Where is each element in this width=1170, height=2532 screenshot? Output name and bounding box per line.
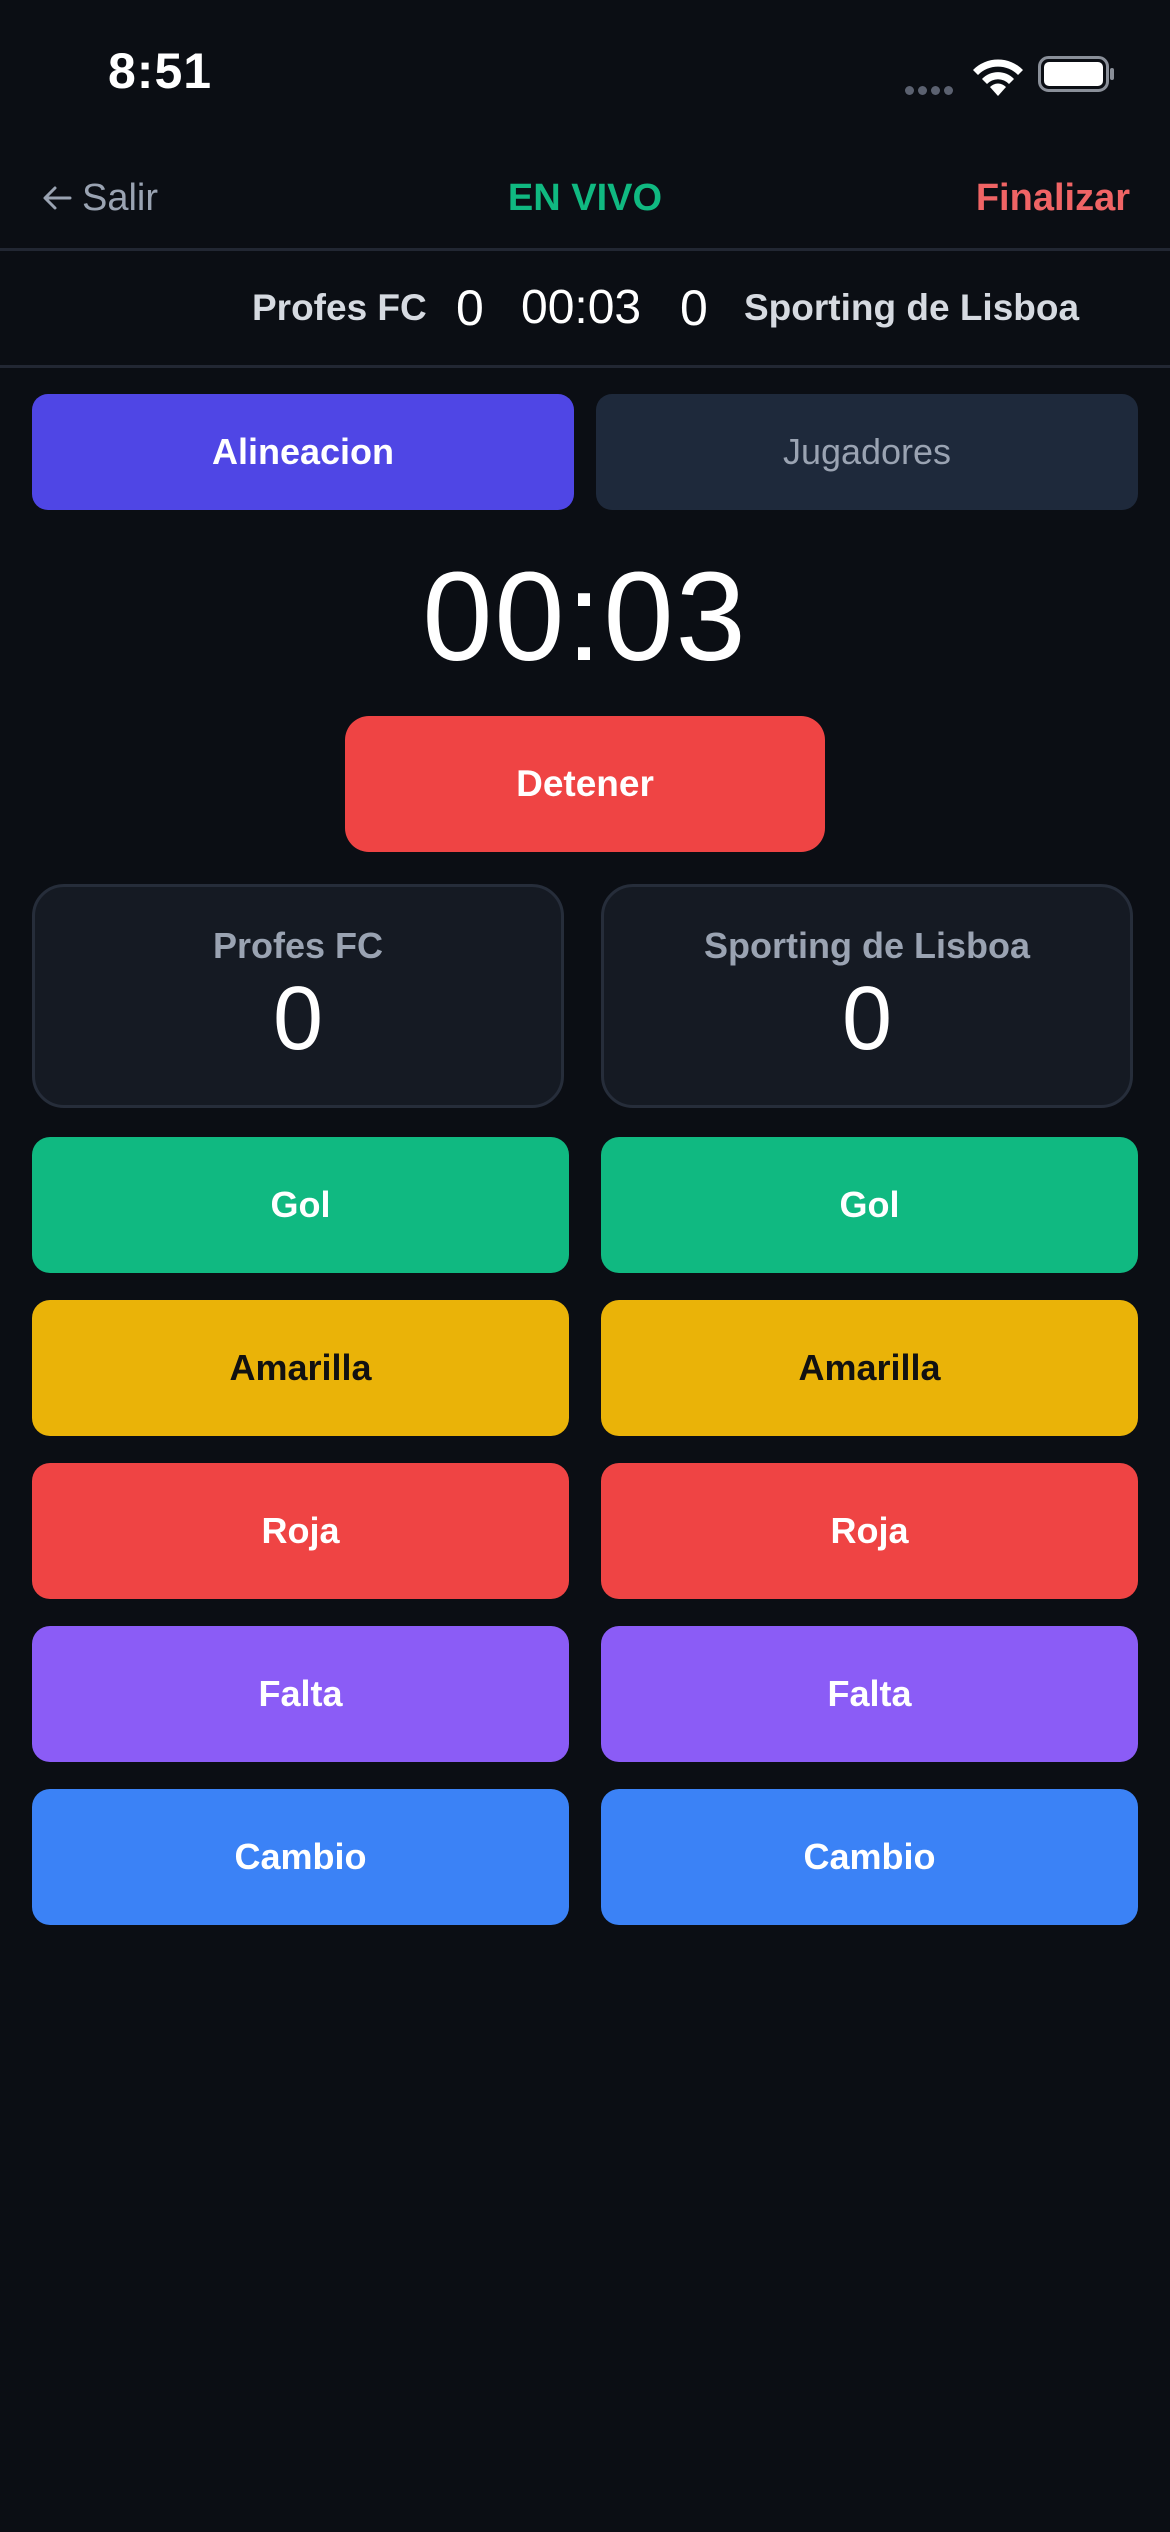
away-yellow-card-button[interactable]: Amarilla [601,1300,1138,1436]
home-foul-button[interactable]: Falta [32,1626,569,1762]
away-score: 0 [680,280,708,336]
finish-match-button[interactable]: Finalizar [976,170,1130,226]
match-clock: 00:03 [521,281,642,334]
home-team-name: Profes FC [252,287,427,328]
back-label: Salir [82,176,159,219]
status-bar: 8:51 [0,0,1170,150]
arrow-left-icon [43,186,72,210]
tab-players[interactable]: Jugadores [596,394,1138,510]
stop-timer-button[interactable]: Detener [345,716,825,852]
home-red-card-button[interactable]: Roja [32,1463,569,1599]
away-card-name: Sporting de Lisboa [703,925,1030,966]
home-score: 0 [456,280,484,336]
wifi-icon [973,59,1023,96]
away-red-card-button[interactable]: Roja [601,1463,1138,1599]
away-team-name: Sporting de Lisboa [744,287,1080,328]
home-card-score: 0 [272,969,324,1069]
away-substitution-button[interactable]: Cambio [601,1789,1138,1925]
away-team-card: Sporting de Lisboa 0 [601,884,1133,1108]
cellular-signal-icon [905,82,957,100]
scoreboard: Profes FC 0 00:03 0 Sporting de Lisboa [0,251,1170,368]
home-yellow-card-button[interactable]: Amarilla [32,1300,569,1436]
tab-lineup[interactable]: Alineacion [32,394,574,510]
home-substitution-button[interactable]: Cambio [32,1789,569,1925]
back-button[interactable]: Salir [40,170,158,226]
home-team-card: Profes FC 0 [32,884,564,1108]
home-card-name: Profes FC [212,925,384,966]
match-timer: 00:03 [422,546,748,687]
away-card-score: 0 [841,969,893,1069]
away-foul-button[interactable]: Falta [601,1626,1138,1762]
battery-icon [1038,56,1114,92]
status-time: 8:51 [108,43,213,99]
home-goal-button[interactable]: Gol [32,1137,569,1273]
match-header: Salir EN VIVO Finalizar [0,150,1170,251]
away-goal-button[interactable]: Gol [601,1137,1138,1273]
